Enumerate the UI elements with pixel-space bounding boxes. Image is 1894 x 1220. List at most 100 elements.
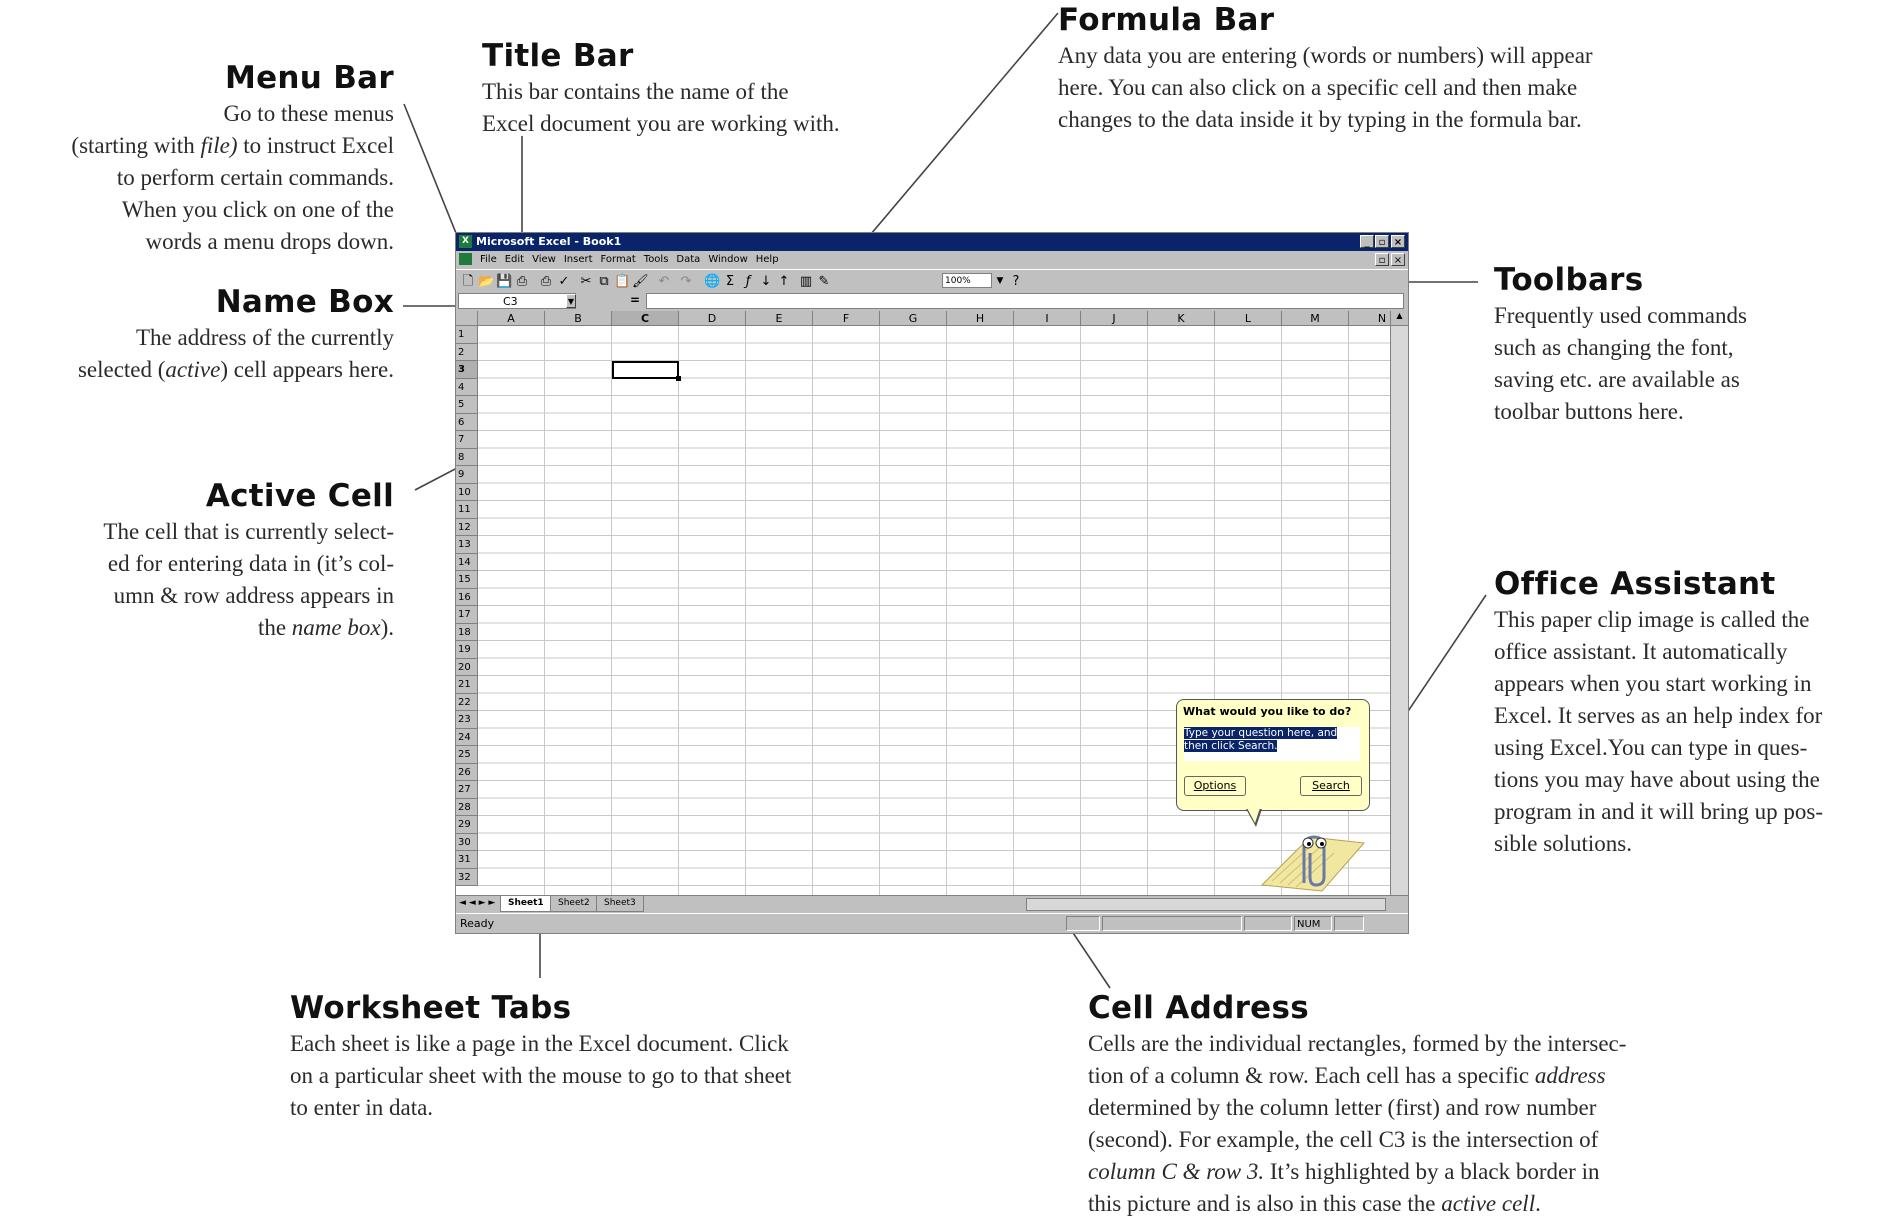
cut-icon[interactable]: ✂ (578, 274, 594, 289)
sort-descending-icon[interactable]: ↑ (776, 274, 792, 289)
row-header[interactable]: 30 (456, 833, 478, 851)
menu-view[interactable]: View (528, 251, 560, 265)
paste-icon[interactable]: 📋 (614, 274, 630, 289)
row-header[interactable]: 8 (456, 448, 478, 466)
tab-scroll-buttons[interactable]: ◄ ◄ ► ► (459, 898, 495, 908)
chart-wizard-icon[interactable]: ▥ (798, 274, 814, 289)
row-header[interactable]: 24 (456, 728, 478, 746)
row-header[interactable]: 22 (456, 693, 478, 711)
assistant-input[interactable]: Type your question here, and then click … (1184, 727, 1360, 761)
column-header[interactable]: I (1014, 311, 1081, 326)
drawing-icon[interactable]: ✎ (816, 274, 832, 289)
doc-close-button[interactable]: × (1391, 253, 1405, 266)
column-header[interactable]: H (947, 311, 1014, 326)
print-preview-icon[interactable]: ⎙ (538, 274, 554, 289)
column-header[interactable]: L (1215, 311, 1282, 326)
row-header[interactable]: 28 (456, 798, 478, 816)
column-header[interactable]: G (880, 311, 947, 326)
new-icon[interactable]: 🗋 (460, 274, 476, 289)
column-header[interactable]: F (813, 311, 880, 326)
row-header[interactable]: 2 (456, 343, 478, 361)
undo-icon[interactable]: ↶ (656, 274, 672, 289)
column-header[interactable]: E (746, 311, 813, 326)
menu-insert[interactable]: Insert (560, 251, 597, 265)
menu-help[interactable]: Help (752, 251, 783, 265)
row-header[interactable]: 10 (456, 483, 478, 501)
tab-sheet2[interactable]: Sheet2 (550, 896, 598, 912)
row-header[interactable]: 29 (456, 816, 478, 834)
row-header[interactable]: 26 (456, 763, 478, 781)
open-icon[interactable]: 📂 (478, 274, 494, 289)
help-icon[interactable]: ? (1008, 274, 1024, 289)
sort-ascending-icon[interactable]: ↓ (758, 274, 774, 289)
row-header[interactable]: 27 (456, 781, 478, 799)
redo-icon[interactable]: ↷ (678, 274, 694, 289)
row-header[interactable]: 7 (456, 431, 478, 449)
row-header[interactable]: 23 (456, 711, 478, 729)
formula-input[interactable] (646, 293, 1404, 309)
row-header[interactable]: 12 (456, 518, 478, 536)
menu-file[interactable]: File (476, 251, 501, 265)
spelling-icon[interactable]: ✓ (556, 274, 572, 289)
horizontal-scrollbar[interactable] (1026, 898, 1386, 911)
menu-data[interactable]: Data (672, 251, 704, 265)
row-header[interactable]: 31 (456, 851, 478, 869)
row-header[interactable]: 15 (456, 571, 478, 589)
worksheet-grid[interactable]: What would you like to do? Type your que… (456, 311, 1390, 895)
row-header[interactable]: 19 (456, 641, 478, 659)
row-header[interactable]: 3 (456, 361, 478, 379)
copy-icon[interactable]: ⧉ (596, 274, 612, 289)
zoom-select[interactable]: 100% (942, 273, 992, 288)
workbook-icon[interactable] (459, 253, 472, 265)
doc-restore-button[interactable]: ▫ (1375, 253, 1389, 266)
fill-handle[interactable] (676, 376, 681, 381)
column-header[interactable]: M (1282, 311, 1349, 326)
column-header[interactable]: C (612, 311, 679, 326)
tab-sheet3[interactable]: Sheet3 (596, 896, 644, 912)
row-header[interactable]: 32 (456, 868, 478, 886)
column-header[interactable]: N (1349, 311, 1390, 326)
row-header[interactable]: 11 (456, 501, 478, 519)
maximize-button[interactable]: ▫ (1375, 235, 1389, 248)
name-box-dropdown-icon[interactable]: ▼ (566, 294, 576, 308)
row-header[interactable]: 13 (456, 536, 478, 554)
row-header[interactable]: 20 (456, 658, 478, 676)
save-icon[interactable]: 💾 (496, 274, 512, 289)
row-header[interactable]: 17 (456, 606, 478, 624)
name-box[interactable]: C3 (458, 293, 576, 309)
menu-tools[interactable]: Tools (640, 251, 673, 265)
search-button[interactable]: Search (1300, 776, 1362, 796)
row-header[interactable]: 1 (456, 326, 478, 344)
zoom-dropdown-icon[interactable]: ▼ (992, 274, 1008, 289)
column-header[interactable]: B (545, 311, 612, 326)
row-header[interactable]: 21 (456, 676, 478, 694)
row-header[interactable]: 14 (456, 553, 478, 571)
vertical-scrollbar[interactable]: ▲ (1390, 311, 1408, 895)
row-header[interactable]: 5 (456, 396, 478, 414)
minimize-button[interactable]: _ (1360, 235, 1374, 248)
close-button[interactable]: × (1391, 235, 1405, 248)
column-header[interactable]: D (679, 311, 746, 326)
menu-window[interactable]: Window (704, 251, 751, 265)
paper-clip-assistant-icon[interactable] (1252, 823, 1372, 893)
autosum-icon[interactable]: Σ (722, 274, 738, 289)
formula-equals-icon[interactable]: = (630, 293, 640, 307)
row-header[interactable]: 4 (456, 378, 478, 396)
menu-format[interactable]: Format (597, 251, 640, 265)
row-header[interactable]: 16 (456, 588, 478, 606)
active-cell[interactable] (612, 361, 681, 381)
column-header[interactable]: J (1081, 311, 1148, 326)
select-all-corner[interactable] (456, 311, 478, 326)
options-button[interactable]: Options (1184, 776, 1246, 796)
row-header[interactable]: 18 (456, 623, 478, 641)
row-header[interactable]: 6 (456, 413, 478, 431)
column-header[interactable]: K (1148, 311, 1215, 326)
row-header[interactable]: 25 (456, 746, 478, 764)
hyperlink-icon[interactable]: 🌐 (704, 274, 720, 289)
menu-edit[interactable]: Edit (501, 251, 528, 265)
tab-sheet1[interactable]: Sheet1 (500, 896, 552, 912)
column-header[interactable]: A (478, 311, 545, 326)
format-painter-icon[interactable]: 🖌 (632, 274, 649, 289)
print-icon[interactable]: ⎙ (514, 274, 530, 289)
scroll-up-icon[interactable]: ▲ (1391, 311, 1408, 326)
